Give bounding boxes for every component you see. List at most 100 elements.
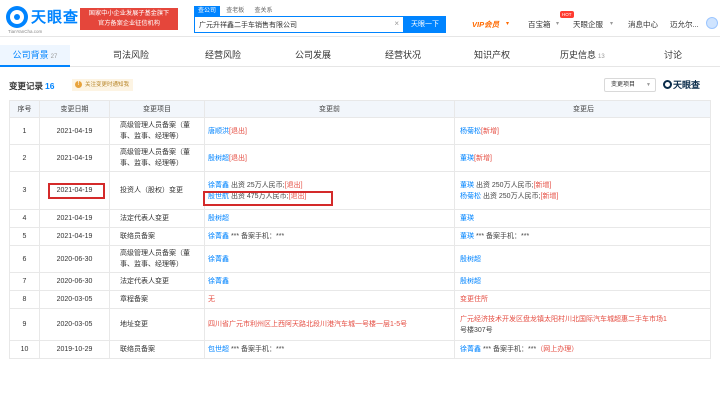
search-input[interactable] (195, 17, 385, 32)
search-box: × (194, 16, 404, 33)
person-link[interactable]: 徐菁鑫 (208, 233, 229, 240)
tab-discussion[interactable]: 讨论 (664, 45, 682, 67)
change-item: 地址变更 (110, 309, 205, 340)
nav-messages[interactable]: 消息中心 (628, 19, 658, 30)
after-tag: [新增] (540, 192, 559, 200)
change-item-text: 法定代表人变更 (120, 215, 169, 222)
section-title-text: 变更记录 (9, 81, 44, 91)
person-link[interactable]: 殷树超 (460, 278, 481, 285)
before-cell: 徐菁鑫 (205, 246, 455, 272)
main-tabs: 公司背景 27 司法风险 经营风险 公司发展 经营状况 知识产权 历史信息 13 讨… (0, 45, 720, 67)
after-tag: [新增] (533, 181, 552, 189)
search-tab-boss[interactable]: 查老板 (222, 6, 248, 16)
search-tab-relation[interactable]: 查关系 (251, 6, 277, 16)
chevron-down-icon: ▾ (556, 21, 560, 27)
tab-company-background[interactable]: 公司背景 27 (0, 45, 70, 67)
after-entries: 殷树超 (460, 276, 481, 287)
change-date: 2019-10-29 (40, 341, 110, 358)
search-type-tabs: 查公司 查老板 查关系 (194, 5, 277, 16)
nav-baobao[interactable]: 百宝箱 (528, 19, 551, 30)
after-entries: 董瑛 出资 250万人民币;[新增] 杨菊松 出资 250万人民币;[新增] (460, 180, 558, 202)
change-date: 2021-04-19 (40, 210, 110, 227)
change-date-text: 2021-04-19 (56, 127, 93, 135)
tab-company-development[interactable]: 公司发展 (295, 45, 331, 67)
after-entry: 号楼307号 (460, 325, 667, 336)
after-entry: 董瑛 (460, 213, 474, 224)
before-entry: 徐菁鑫 *** 备案手机：*** (208, 231, 284, 242)
watermark-text: 天眼查 (673, 80, 701, 90)
person-link[interactable]: 殷树超 (208, 155, 229, 162)
change-item: 高级管理人员备案（董 事、监事、经理等） (110, 246, 205, 272)
change-item-lines: 法定代表人变更 (120, 213, 169, 224)
nav-vip[interactable]: VIP会员 (472, 19, 499, 30)
hot-badge: HOT (560, 11, 574, 18)
after-entries: 徐菁鑫 *** 备案手机：***（网上办理） (460, 344, 578, 355)
person-link[interactable]: 唐顺洪 (208, 128, 229, 135)
person-link[interactable]: 董瑛 (460, 155, 474, 162)
tab-count: 13 (598, 54, 605, 60)
after-tag: （网上办理） (536, 346, 579, 353)
after-detail: *** 备案手机：*** (481, 346, 537, 353)
header-cell-item: 变更项目 (110, 101, 205, 117)
person-link[interactable]: 徐菁鑫 (208, 182, 229, 189)
person-link[interactable]: 董瑛 (460, 215, 474, 222)
tab-legal-risk[interactable]: 司法风险 (113, 45, 149, 67)
change-date: 2021-04-19 (40, 118, 110, 144)
person-link[interactable]: 徐菁鑫 (460, 346, 481, 353)
after-cell: 董瑛 出资 250万人民币;[新增] 杨菊松 出资 250万人民币;[新增] (455, 172, 712, 209)
change-date-text: 2020-06-30 (56, 255, 93, 263)
follow-notice-button[interactable]: 关注变更时通知我 (72, 79, 134, 91)
tab-business-risk[interactable]: 经营风险 (205, 45, 241, 67)
person-link[interactable]: 杨菊松 (460, 128, 481, 135)
person-link[interactable]: 徐菁鑫 (208, 256, 229, 263)
person-link[interactable]: 董瑛 (460, 233, 474, 240)
change-item-lines: 高级管理人员备案（董 事、监事、经理等） (120, 248, 190, 270)
before-entry: 四川省广元市利州区上西阿天路北段川港汽车城一号楼一层1-5号 (208, 319, 407, 330)
change-item: 法定代表人变更 (110, 210, 205, 227)
person-link[interactable]: 董瑛 (460, 182, 474, 189)
before-entries: 殷树超[退出] (208, 153, 247, 164)
after-tag: 号楼307号 (460, 326, 493, 334)
change-item-filter[interactable]: 变更项目 ▼ (604, 78, 656, 92)
nav-enterprise[interactable]: 天眼企服 (573, 19, 603, 30)
person-link[interactable]: 殷树超 (208, 215, 229, 222)
after-cell: 董瑛 *** 备案手机：*** (455, 228, 712, 245)
tab-history[interactable]: 历史信息 13 (560, 45, 605, 67)
change-date-text: 2021-04-19 (56, 233, 93, 240)
person-link[interactable]: 殷树超 (460, 256, 481, 263)
chevron-down-icon: ▾ (506, 21, 510, 27)
after-entry: 广元经济技术开发区盘龙镇太阳村川北国际汽车城超惠二手车市场1 (460, 314, 667, 325)
before-entry: 殷树超[退出] (208, 153, 247, 164)
nav-user[interactable]: 迈允尔... (670, 19, 699, 30)
before-tag: [退出] (284, 181, 303, 189)
before-entry: 徐菁鑫 (208, 276, 229, 287)
before-entry: 无 (208, 294, 215, 305)
before-detail: *** 备案手机：*** (229, 233, 285, 240)
after-cell: 殷树超 (455, 273, 712, 290)
after-cell: 董瑛 (455, 210, 712, 227)
table-header-row: 序号 变更日期 变更项目 变更前 变更后 (9, 100, 711, 118)
promo-banner[interactable]: 国家中小企业发展子基金旗下 官方备案企业征信机构 (80, 8, 178, 30)
after-tag: [新增] (474, 154, 492, 162)
search-button[interactable]: 天眼一下 (404, 16, 446, 33)
section-title: 变更记录 16 (9, 80, 54, 92)
change-item-lines: 高级管理人员备案（董 事、监事、经理等） (120, 120, 190, 142)
clear-icon[interactable]: × (394, 19, 399, 28)
avatar[interactable] (706, 17, 718, 29)
after-entry: 董瑛[新增] (460, 153, 492, 164)
row-number: 4 (10, 210, 40, 227)
person-link[interactable]: 杨菊松 (460, 193, 481, 200)
change-item-lines: 联络员备案 (120, 231, 155, 242)
site-logo[interactable]: 天眼查 TianYanCha.com (6, 4, 78, 34)
search-tab-company[interactable]: 查公司 (194, 6, 221, 16)
change-item-text: 地址变更 (120, 321, 148, 328)
row-number: 9 (10, 309, 40, 340)
person-link[interactable]: 包世超 (208, 346, 229, 353)
after-detail: 出资 250万人民币; (474, 181, 534, 189)
person-link[interactable]: 徐菁鑫 (208, 278, 229, 285)
tab-operation-status[interactable]: 经营状况 (385, 45, 421, 67)
tab-intellectual-property[interactable]: 知识产权 (474, 45, 510, 67)
date-highlight-box (48, 183, 105, 199)
change-item-lines: 章程备案 (120, 294, 148, 305)
before-cell: 殷树超[退出] (205, 145, 455, 171)
